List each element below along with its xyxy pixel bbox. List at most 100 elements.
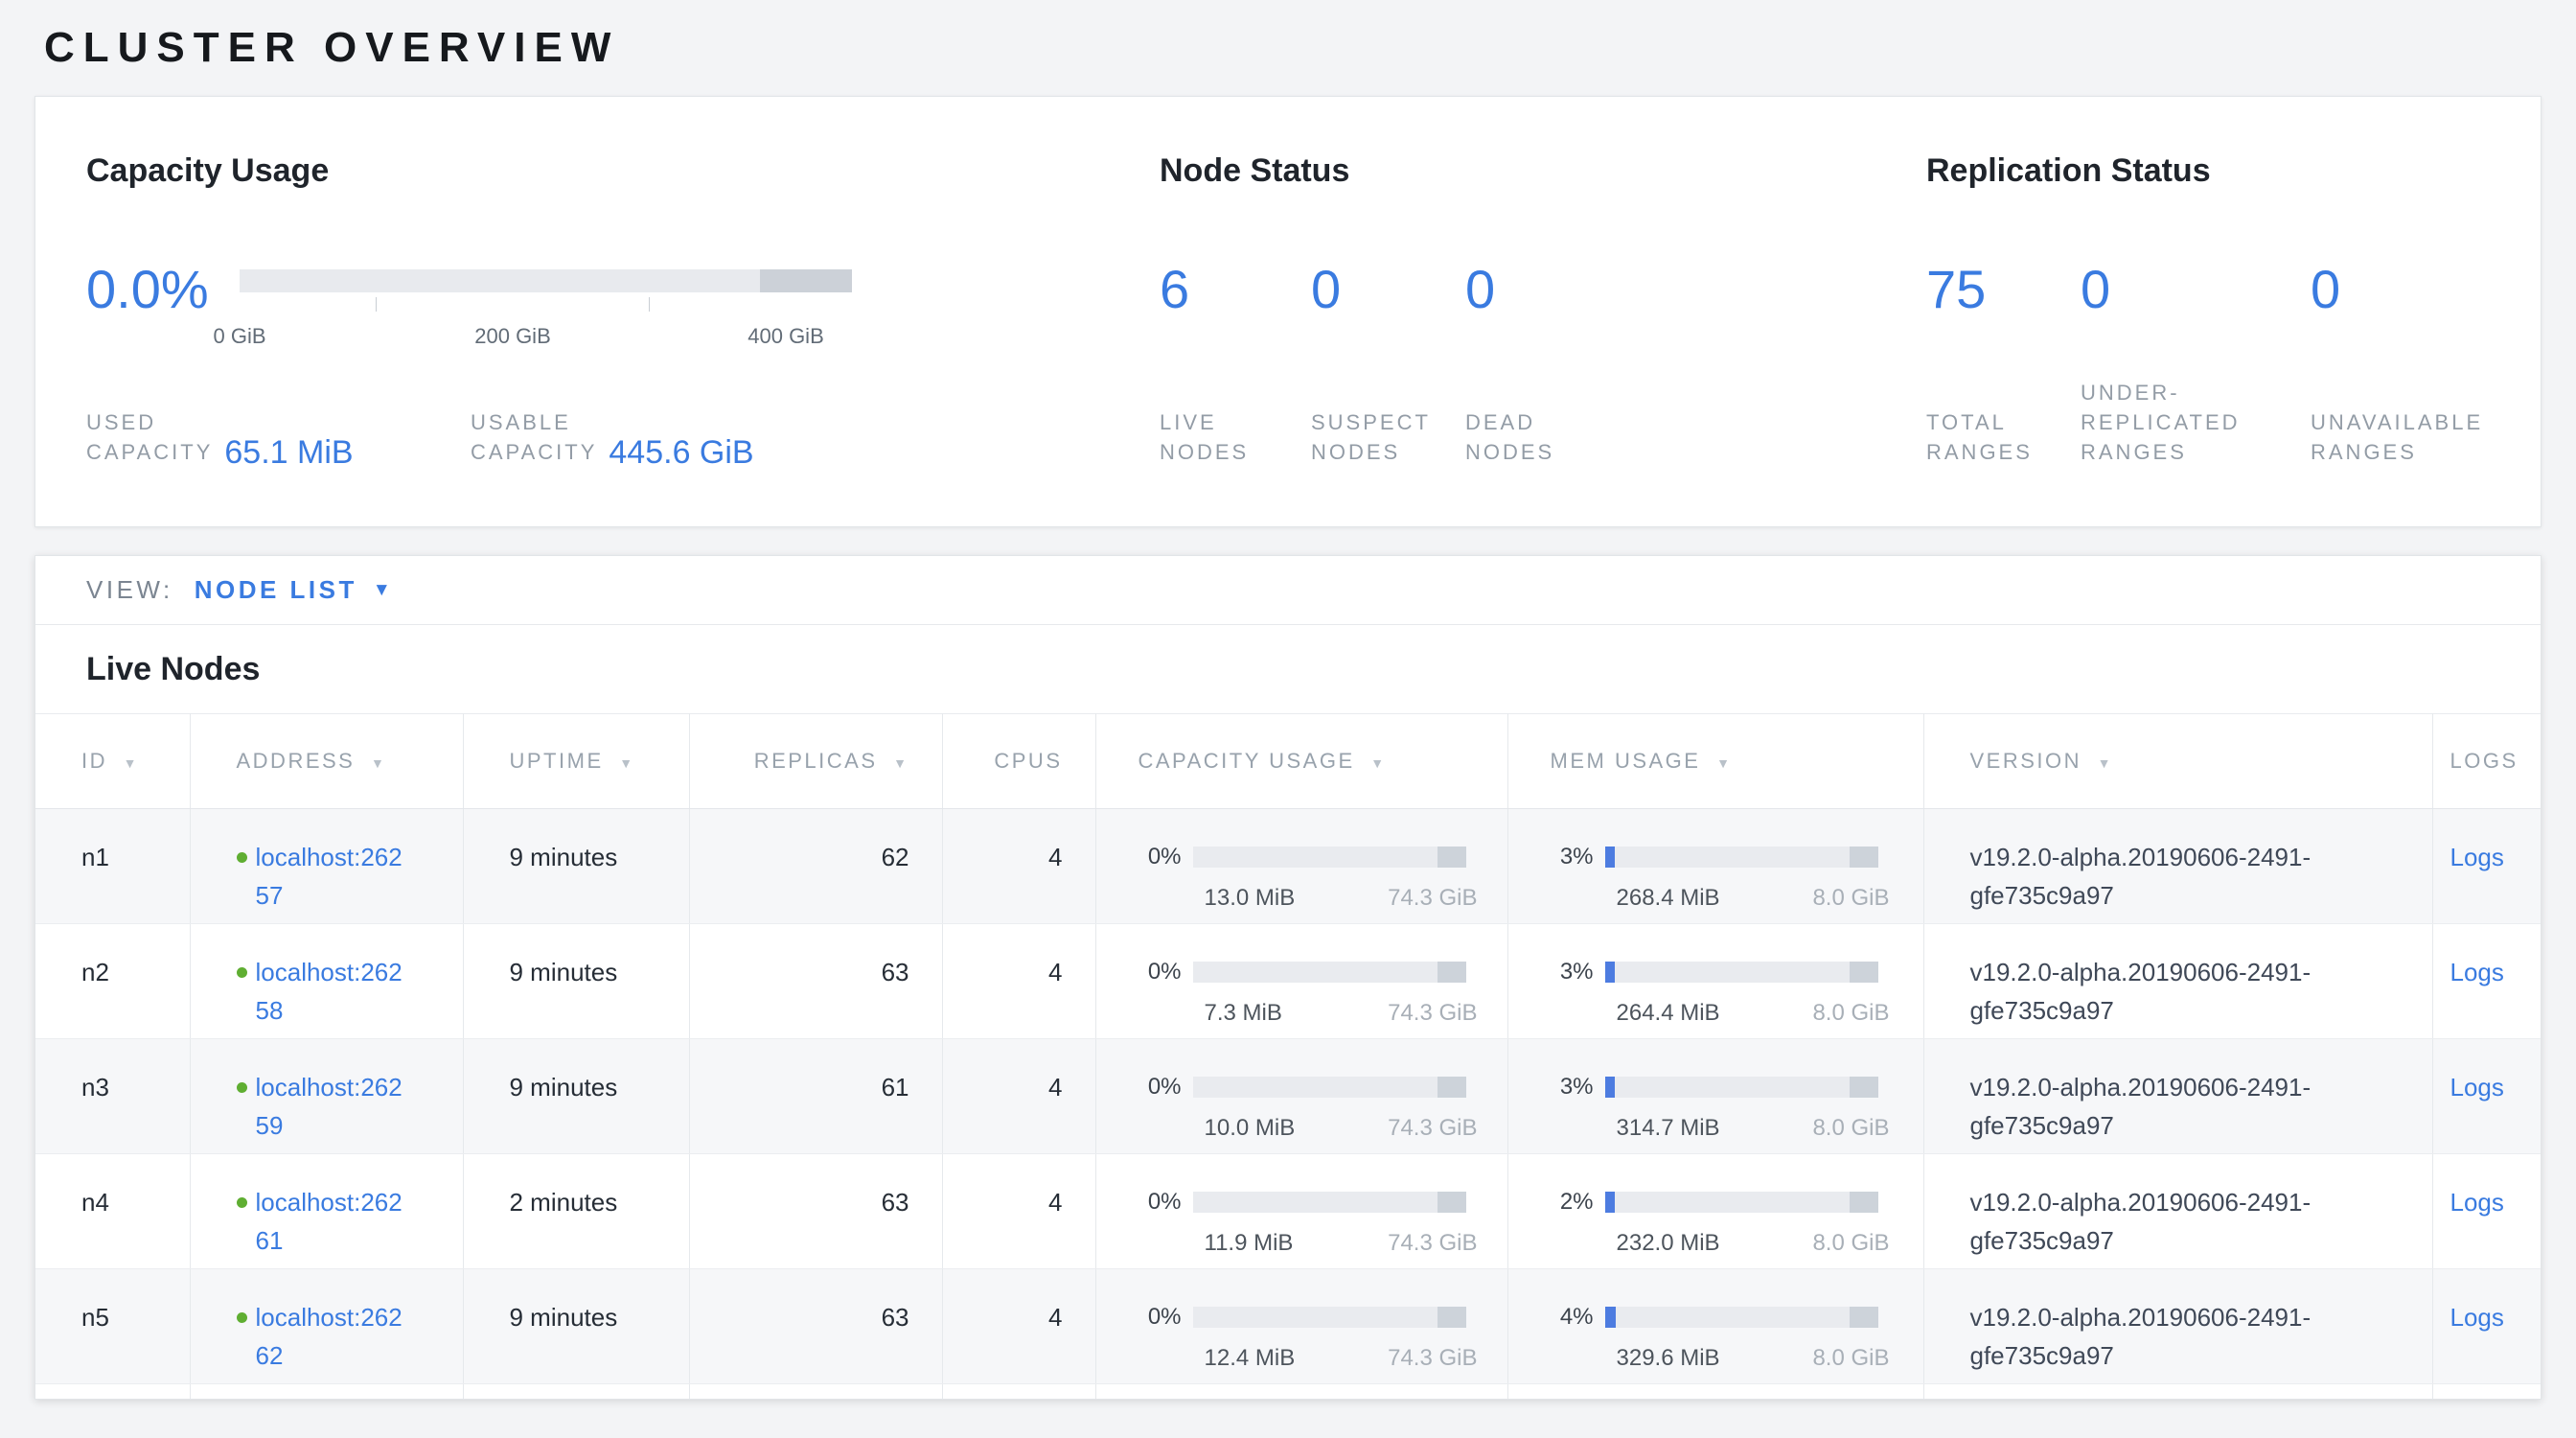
cluster-summary-card: Capacity Usage 0.0% 0 GiB 200 GiB 400 Gi…	[34, 96, 2542, 527]
node-id-cell: n3	[35, 1039, 190, 1154]
mem-bar-fill	[1605, 1077, 1615, 1098]
node-address-link[interactable]: localhost:26257	[256, 838, 409, 915]
dead-nodes-count: 0	[1465, 261, 1753, 318]
sort-desc-icon: ▼	[1716, 755, 1732, 771]
capacity-percent-value: 0.0%	[86, 261, 240, 322]
capacity-usage-cell: 0% 10.0 MiB 74.3 GiB	[1095, 1039, 1507, 1154]
node-address-cell: localhost:26262	[190, 1269, 463, 1384]
column-label: VERSION	[1970, 749, 2082, 773]
view-selected-value: NODE LIST	[195, 575, 357, 605]
live-nodes-table: ID ▼ ADDRESS ▼ UPTIME ▼ REPLICAS ▼ CPUS	[35, 713, 2542, 1400]
capacity-gauge-dark-segment	[760, 269, 852, 292]
cpus-cell: 4	[942, 1269, 1095, 1384]
unavailable-ranges-count: 0	[2311, 261, 2576, 318]
capacity-total: 74.3 GiB	[1388, 1344, 1477, 1373]
capacity-total: 74.3 GiB	[1388, 1114, 1477, 1143]
column-header-cpus[interactable]: CPUS	[942, 714, 1095, 809]
mem-bar	[1605, 1307, 1878, 1328]
axis-tick-label: 400 GiB	[748, 324, 824, 349]
suspect-nodes-label: SUSPECT NODES	[1311, 407, 1465, 467]
node-id-cell: n2	[35, 924, 190, 1039]
capacity-bar	[1193, 1192, 1466, 1213]
capacity-bar-dark-segment	[1438, 1192, 1466, 1213]
capacity-usage-section: Capacity Usage 0.0% 0 GiB 200 GiB 400 Gi…	[86, 151, 852, 467]
column-header-capacity-usage[interactable]: CAPACITY USAGE ▼	[1095, 714, 1507, 809]
capacity-usage-cell: 0% 7.3 MiB 74.3 GiB	[1095, 924, 1507, 1039]
mem-bar-fill	[1605, 1192, 1615, 1213]
capacity-percent: 0%	[1138, 838, 1193, 876]
column-label: MEM USAGE	[1551, 749, 1701, 773]
column-header-replicas[interactable]: REPLICAS ▼	[689, 714, 942, 809]
mem-percent: 3%	[1551, 838, 1605, 876]
mem-usage-cell: 2% 232.0 MiB 8.0 GiB	[1507, 1154, 1923, 1269]
sort-desc-icon: ▼	[1370, 755, 1386, 771]
mem-bar	[1605, 1077, 1878, 1098]
cpus-cell: 4	[942, 1039, 1095, 1154]
mem-bar-fill	[1605, 1307, 1616, 1328]
live-status-icon	[237, 1082, 247, 1093]
node-address-link[interactable]: localhost:26262	[256, 1298, 409, 1375]
under-replicated-ranges-count: 0	[2081, 261, 2311, 318]
mem-usage-cell: 4% 329.6 MiB 8.0 GiB	[1507, 1269, 1923, 1384]
capacity-used: 13.0 MiB	[1205, 884, 1296, 913]
mem-usage-cell: 3% 314.7 MiB 8.0 GiB	[1507, 1039, 1923, 1154]
column-header-version[interactable]: VERSION ▼	[1923, 714, 2432, 809]
sort-desc-icon: ▼	[2098, 755, 2113, 771]
suspect-nodes-stat: 0 SUSPECT NODES	[1311, 261, 1465, 467]
mem-bar-dark-segment	[1850, 1307, 1878, 1328]
replicas-cell: 63	[689, 1269, 942, 1384]
mem-used: 314.7 MiB	[1617, 1114, 1720, 1143]
under-replicated-ranges-label: UNDER- REPLICATED RANGES	[2081, 378, 2311, 467]
node-address-link[interactable]: localhost:26258	[256, 953, 409, 1030]
cpus-cell: 4	[942, 1154, 1095, 1269]
version-cell: v19.2.0-alpha.20190606-2491-gfe735c9a97	[1923, 1154, 2432, 1269]
dead-nodes-label: DEAD NODES	[1465, 407, 1753, 467]
node-status-title: Node Status	[1160, 151, 1753, 190]
live-nodes-count: 6	[1160, 261, 1311, 318]
caret-down-icon: ▼	[373, 581, 391, 599]
unavailable-ranges-stat: 0 UNAVAILABLE RANGES	[2311, 261, 2576, 467]
mem-percent: 3%	[1551, 953, 1605, 991]
version-cell: v19.2.0-alpha.20190606-2491-gfe735c9a97	[1923, 1039, 2432, 1154]
logs-link[interactable]: Logs	[2450, 843, 2504, 871]
logs-link[interactable]: Logs	[2450, 1188, 2504, 1217]
uptime-cell: 9 minutes	[463, 1039, 689, 1154]
column-header-address[interactable]: ADDRESS ▼	[190, 714, 463, 809]
capacity-bar-dark-segment	[1438, 847, 1466, 868]
mem-percent: 2%	[1551, 1183, 1605, 1221]
logs-link[interactable]: Logs	[2450, 1303, 2504, 1332]
logs-link[interactable]: Logs	[2450, 958, 2504, 986]
capacity-total: 74.3 GiB	[1388, 999, 1477, 1028]
node-address-link[interactable]: localhost:26259	[256, 1068, 409, 1145]
uptime-cell: 9 minutes	[463, 924, 689, 1039]
column-label: LOGS	[2450, 749, 2518, 773]
mem-bar	[1605, 962, 1878, 983]
node-address-cell: localhost:26258	[190, 924, 463, 1039]
logs-cell: Logs	[2432, 1154, 2542, 1269]
column-label: UPTIME	[510, 749, 604, 773]
node-address-link[interactable]: localhost:26261	[256, 1183, 409, 1260]
capacity-bar	[1193, 847, 1466, 868]
node-status-section: Node Status 6 LIVE NODES 0 SUSPECT NODES…	[1160, 151, 1753, 467]
mem-percent: 3%	[1551, 1068, 1605, 1106]
capacity-bar	[1193, 962, 1466, 983]
mem-percent: 4%	[1551, 1298, 1605, 1336]
axis-tick-icon	[649, 297, 650, 312]
table-row: n3 localhost:26259 9 minutes 61 4 0%	[35, 1039, 2542, 1154]
capacity-percent: 0%	[1138, 1298, 1193, 1336]
sort-desc-icon: ▼	[893, 755, 908, 771]
column-header-id[interactable]: ID ▼	[35, 714, 190, 809]
column-header-mem-usage[interactable]: MEM USAGE ▼	[1507, 714, 1923, 809]
under-replicated-ranges-stat: 0 UNDER- REPLICATED RANGES	[2081, 261, 2311, 467]
replicas-cell: 63	[689, 1154, 942, 1269]
column-header-uptime[interactable]: UPTIME ▼	[463, 714, 689, 809]
logs-link[interactable]: Logs	[2450, 1073, 2504, 1102]
view-selector[interactable]: NODE LIST ▼	[195, 575, 391, 605]
capacity-usage-title: Capacity Usage	[86, 151, 852, 190]
column-label: ADDRESS	[237, 749, 356, 773]
cpus-cell: 4	[942, 924, 1095, 1039]
live-status-icon	[237, 1312, 247, 1323]
mem-total: 8.0 GiB	[1812, 1114, 1889, 1143]
capacity-percent: 0%	[1138, 1068, 1193, 1106]
used-capacity-stat: USED CAPACITY 65.1 MiB	[86, 407, 354, 467]
